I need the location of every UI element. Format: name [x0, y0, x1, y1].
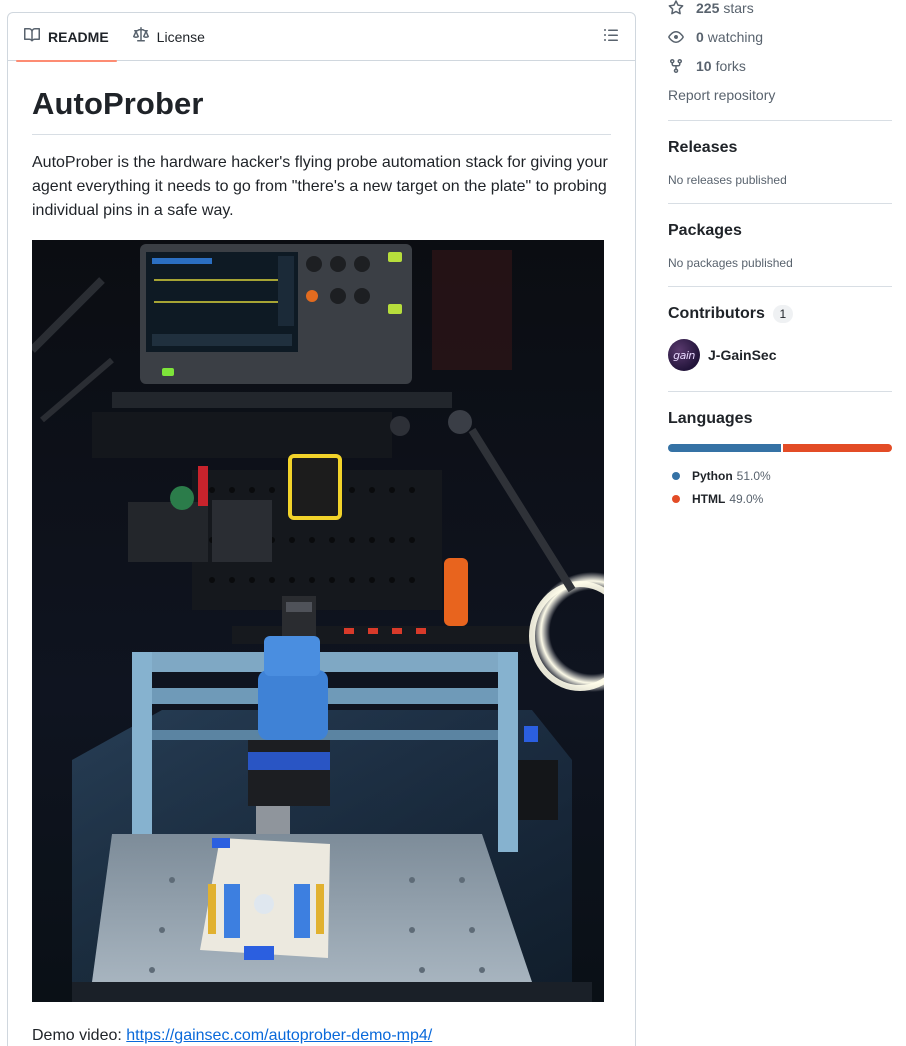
packages-empty: No packages published [668, 256, 793, 270]
law-icon [132, 27, 149, 46]
forks-count: 10 [696, 57, 712, 74]
tab-license[interactable]: License [125, 13, 213, 61]
tab-license-label: License [156, 28, 205, 45]
language-percent: 49.0% [729, 491, 764, 506]
contributor-name[interactable]: J-GainSec [708, 347, 776, 363]
outline-button[interactable] [601, 27, 621, 47]
language-item-python[interactable]: Python 51.0% [668, 464, 892, 487]
tab-readme[interactable]: README [16, 13, 117, 62]
tab-readme-label: README [48, 28, 109, 45]
repo-sidebar: 225 stars 0 watching 10 forks Report rep… [668, 0, 892, 526]
readme-title: AutoProber [32, 85, 611, 135]
packages-title[interactable]: Packages [668, 222, 892, 240]
report-repository-link[interactable]: Report repository [668, 82, 892, 108]
stars-link[interactable]: 225 stars [668, 0, 892, 22]
autoprober-photo[interactable] [32, 239, 604, 1002]
language-dot [672, 471, 680, 480]
star-icon [668, 0, 684, 16]
contributors-heading[interactable]: Contributors 1 [668, 305, 892, 323]
readme-tabbar: README License [8, 13, 635, 62]
releases-empty: No releases published [668, 173, 787, 187]
language-dot [672, 494, 680, 503]
language-bar-python [668, 444, 782, 452]
readme-intro: AutoProber is the hardware hacker's flyi… [32, 153, 608, 219]
book-icon [24, 27, 41, 46]
demo-video-line: Demo video: https://gainsec.com/autoprob… [32, 1024, 611, 1046]
forks-link[interactable]: 10 forks [668, 51, 892, 80]
readme-article: AutoProber AutoProber is the hardware ha… [8, 61, 635, 1046]
contributors-count: 1 [772, 305, 793, 323]
language-bar [668, 444, 892, 452]
languages-title: Languages [668, 410, 753, 427]
watching-link[interactable]: 0 watching [668, 22, 892, 51]
stars-label: stars [723, 0, 754, 16]
demo-video-link[interactable]: https://gainsec.com/autoprober-demo-mp4/ [126, 1027, 432, 1044]
language-name: HTML [692, 491, 726, 506]
language-percent: 51.0% [736, 468, 771, 483]
languages-section: Languages Python 51.0% HTML 49.0% [668, 392, 892, 526]
releases-title[interactable]: Releases [668, 139, 892, 157]
watching-label: watching [707, 28, 764, 45]
demo-video-label: Demo video: [32, 1026, 122, 1044]
language-bar-html [783, 444, 892, 452]
avatar-logo-text: gain [673, 348, 695, 362]
repo-forked-icon [668, 58, 684, 74]
releases-section: Releases No releases published [668, 121, 892, 203]
photo-illustration [32, 239, 604, 1002]
stars-count: 225 [696, 0, 720, 16]
packages-section: Packages No packages published [668, 204, 892, 286]
eye-icon [668, 29, 684, 45]
readme-panel: README License AutoProber AutoProber is … [7, 12, 636, 1046]
watching-count: 0 [696, 28, 704, 45]
contributor-item[interactable]: gain J-GainSec [668, 339, 892, 371]
language-name: Python [692, 468, 733, 483]
forks-label: forks [715, 57, 746, 74]
language-item-html[interactable]: HTML 49.0% [668, 487, 892, 510]
list-unordered-icon [603, 27, 619, 48]
contributors-section: Contributors 1 gain J-GainSec [668, 287, 892, 387]
contributors-title: Contributors [668, 305, 765, 322]
avatar[interactable]: gain [668, 339, 700, 371]
